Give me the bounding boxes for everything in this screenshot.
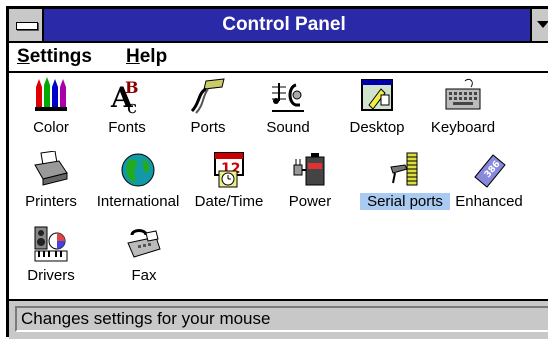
status-text: Changes settings for your mouse <box>15 306 548 332</box>
applet-enhanced[interactable]: 386 Enhanced <box>447 149 531 223</box>
applet-color[interactable]: Color <box>9 75 93 149</box>
fax-icon <box>127 229 161 258</box>
applet-sound[interactable]: Sound <box>246 75 330 149</box>
applet-label: Date/Time <box>194 193 264 210</box>
applet-date-time[interactable]: 12 Date/Time <box>187 149 271 223</box>
globe-icon <box>121 153 155 187</box>
applet-international[interactable]: International <box>96 149 180 223</box>
fonts-icon: A B c <box>110 78 139 115</box>
applet-fonts[interactable]: A B c Fonts <box>85 75 169 149</box>
menu-settings-rest: ettings <box>29 46 92 67</box>
menu-settings[interactable]: Settings <box>17 46 92 68</box>
applet-printers[interactable]: Printers <box>9 149 93 223</box>
ports-icon <box>190 78 225 114</box>
applet-label: Power <box>288 193 332 210</box>
menu-settings-accel: S <box>17 46 30 67</box>
power-icon <box>293 153 325 186</box>
applet-label: International <box>96 193 180 210</box>
svg-text:B: B <box>125 78 139 97</box>
sound-icon <box>272 83 304 112</box>
applet-label: Sound <box>266 119 310 136</box>
applet-label: Printers <box>25 193 77 210</box>
icon-area: Color A B c Fonts Ports Sound Desktop Ke… <box>9 73 548 297</box>
window-title: Control Panel <box>222 14 346 35</box>
desktop-icon <box>361 79 393 111</box>
applet-power[interactable]: Power <box>268 149 352 223</box>
title-bar[interactable]: Control Panel <box>9 9 548 43</box>
applet-label: Fax <box>131 267 157 284</box>
applet-label: Enhanced <box>455 193 523 210</box>
applet-keyboard[interactable]: Keyboard <box>421 75 505 149</box>
printers-icon <box>34 151 68 186</box>
serial-ports-icon <box>390 152 418 186</box>
menu-help-rest: elp <box>139 46 168 67</box>
svg-text:c: c <box>127 97 137 115</box>
color-icon <box>35 77 67 111</box>
applet-label: Keyboard <box>430 119 496 136</box>
applet-label-selected: Serial ports <box>360 193 450 210</box>
chevron-down-icon <box>537 21 548 28</box>
applet-drivers[interactable]: Drivers <box>9 223 93 297</box>
keyboard-icon <box>445 78 481 110</box>
applet-ports[interactable]: Ports <box>166 75 250 149</box>
control-panel-window: Control Panel Settings Help Color A B c … <box>6 6 548 339</box>
system-menu-button[interactable] <box>9 9 44 41</box>
menu-help[interactable]: Help <box>126 46 167 68</box>
date-time-icon: 12 <box>214 152 244 188</box>
applet-label: Desktop <box>349 119 405 136</box>
system-menu-icon <box>16 22 38 30</box>
chip-386-icon: 386 <box>474 154 506 188</box>
status-bar: Changes settings for your mouse <box>9 299 548 339</box>
applet-label: Drivers <box>27 267 75 284</box>
menu-bar: Settings Help <box>9 43 548 73</box>
menu-help-accel: H <box>126 46 140 67</box>
applet-label: Fonts <box>108 119 146 136</box>
drivers-icon <box>34 226 68 262</box>
minimize-button[interactable] <box>530 9 548 41</box>
applet-label: Color <box>33 119 69 136</box>
applet-fax[interactable]: Fax <box>102 223 186 297</box>
applet-label: Ports <box>190 119 226 136</box>
applet-serial-ports[interactable]: Serial ports <box>360 149 450 223</box>
applet-desktop[interactable]: Desktop <box>335 75 419 149</box>
